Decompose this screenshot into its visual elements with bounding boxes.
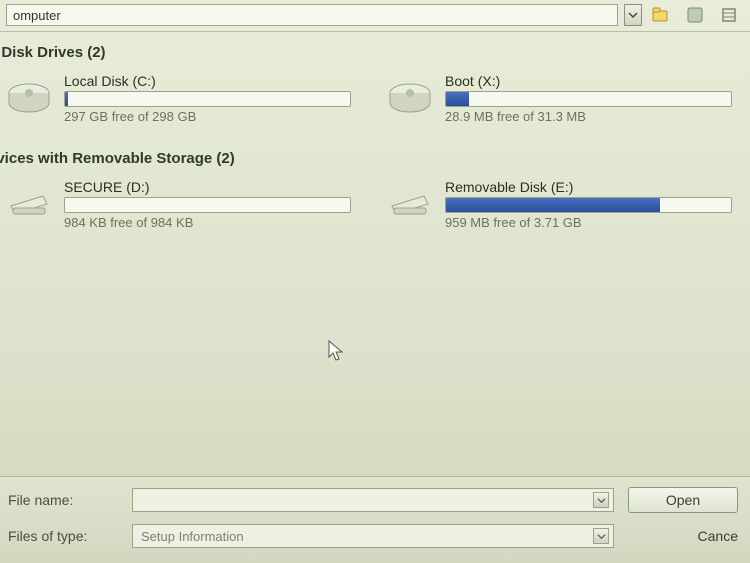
section-hard-disk-drives: d Disk Drives (2) <box>0 38 736 71</box>
usage-bar <box>445 197 732 213</box>
file-name-label: File name: <box>8 492 118 508</box>
drive-free-text: 28.9 MB free of 31.3 MB <box>445 109 732 124</box>
drive-local-disk-c[interactable]: Local Disk (C:) 297 GB free of 298 GB <box>0 71 355 126</box>
hard-disk-icon <box>4 77 54 121</box>
address-dropdown-button[interactable] <box>624 4 642 26</box>
chevron-down-icon <box>628 10 638 20</box>
file-name-input[interactable] <box>132 488 614 512</box>
hard-disk-icon <box>385 77 435 121</box>
drive-free-text: 959 MB free of 3.71 GB <box>445 215 732 230</box>
drive-free-text: 984 KB free of 984 KB <box>64 215 351 230</box>
open-button-label: Open <box>666 492 700 508</box>
files-of-type-value: Setup Information <box>141 529 244 544</box>
removable-disk-icon <box>4 183 54 227</box>
file-name-dropdown[interactable] <box>593 492 609 508</box>
cancel-button[interactable]: Cance <box>628 523 738 549</box>
chevron-down-icon <box>597 532 606 541</box>
usage-bar-fill <box>446 92 469 106</box>
usage-bar <box>64 197 351 213</box>
drive-label: SECURE (D:) <box>64 179 351 195</box>
files-of-type-dropdown[interactable] <box>593 528 609 544</box>
drive-removable-e[interactable]: Removable Disk (E:) 959 MB free of 3.71 … <box>381 177 736 232</box>
drive-secure-d[interactable]: SECURE (D:) 984 KB free of 984 KB <box>0 177 355 232</box>
drive-free-text: 297 GB free of 298 GB <box>64 109 351 124</box>
usage-bar-fill <box>446 198 660 212</box>
removable-disk-icon <box>385 183 435 227</box>
chevron-down-icon <box>597 496 606 505</box>
drive-label: Boot (X:) <box>445 73 732 89</box>
address-bar-text: omputer <box>13 8 61 23</box>
usage-bar-fill <box>65 92 68 106</box>
usage-bar <box>64 91 351 107</box>
drive-label: Removable Disk (E:) <box>445 179 732 195</box>
toolbar-icon-2[interactable] <box>682 3 710 27</box>
usage-bar <box>445 91 732 107</box>
open-button[interactable]: Open <box>628 487 738 513</box>
drive-label: Local Disk (C:) <box>64 73 351 89</box>
drive-boot-x[interactable]: Boot (X:) 28.9 MB free of 31.3 MB <box>381 71 736 126</box>
address-bar[interactable]: omputer <box>6 4 618 26</box>
files-of-type-select[interactable]: Setup Information <box>132 524 614 548</box>
files-of-type-label: Files of type: <box>8 528 118 544</box>
toolbar-icon-3[interactable] <box>716 3 744 27</box>
toolbar-icon-1[interactable] <box>648 3 676 27</box>
section-removable-storage: evices with Removable Storage (2) <box>0 144 736 177</box>
cancel-button-label: Cance <box>698 528 738 544</box>
mouse-cursor-icon <box>328 340 346 364</box>
